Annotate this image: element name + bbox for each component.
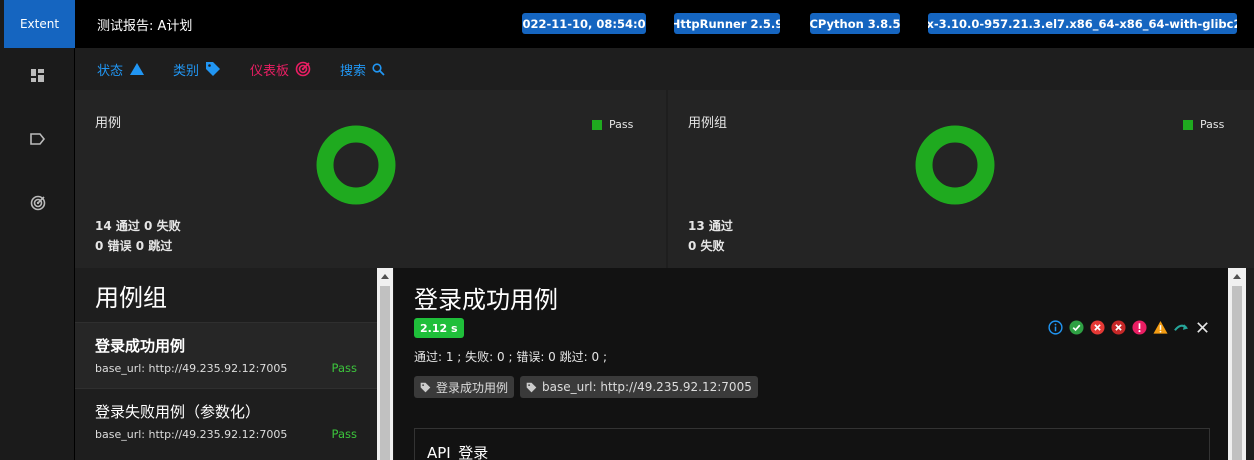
nav-dashboard-label: 仪表板 [250,63,290,79]
legend-label: Pass [609,118,634,131]
python-badge: CPython 3.8.5 [810,13,900,34]
stat-line-1: 13 通过 [688,219,733,233]
pass-donut-chart [915,125,995,205]
list-item-url: base_url: http://49.235.92.12:7005 [95,428,288,441]
stat-line-2: 0 失败 [688,239,725,253]
detail-title: 登录成功用例 [414,286,558,314]
scroll-up-arrow-icon[interactable] [377,268,393,284]
side-rail: Extent [0,0,75,460]
nav-bar: 状态 类别 仪表板 搜索 [75,48,1254,90]
nav-status-label: 状态 [97,63,124,79]
platform-badge: Linux-3.10.0-957.21.3.el7.x86_64-x86_64-… [928,13,1237,34]
radar-icon[interactable] [0,188,75,218]
status-badge: Pass [331,361,357,375]
tag-icon[interactable] [0,124,75,154]
detail-scrollbar[interactable] [1228,268,1246,460]
legend-swatch-pass [592,119,602,130]
fail-icon[interactable] [1090,320,1105,335]
brand-logo[interactable]: Extent [4,0,75,48]
duration-badge: 2.12 s [414,318,464,338]
tag-label: base_url: http://49.235.92.12:7005 [542,380,752,394]
detail-panel: 登录成功用例 2.12 s 通过: 1 ; 失败: 0 ; 错误: 0 跳过: … [394,268,1228,460]
list-item-url: base_url: http://49.235.92.12:7005 [95,362,288,375]
list-heading: 用例组 [95,284,167,312]
list-item-name: 登录成功用例 [95,337,186,355]
error-icon[interactable] [1132,320,1147,335]
nav-category-label: 类别 [173,63,200,79]
pass-donut-chart [316,125,396,205]
list-item[interactable]: 登录失败用例（参数化） base_url: http://49.235.92.1… [75,388,377,454]
top-bar: 测试报告: A计划 2022-11-10, 08:54:00 HttpRunne… [75,0,1254,48]
legend-label: Pass [1200,118,1225,131]
legend-swatch-pass [1183,119,1193,130]
tag-label: 登录成功用例 [436,380,509,395]
step-card[interactable]: API_登录 [414,428,1210,460]
timestamp-badge: 2022-11-10, 08:54:00 [522,13,646,34]
pass-icon[interactable] [1069,320,1084,335]
result-summary: 通过: 1 ; 失败: 0 ; 错误: 0 跳过: 0 ; [414,350,607,364]
close-icon[interactable] [1195,320,1210,335]
donut-slice-pass[interactable] [316,125,396,205]
nav-status[interactable]: 状态 [97,60,145,79]
info-icon[interactable] [1048,320,1063,335]
donut-slice-pass[interactable] [915,125,995,205]
radar-icon [295,61,311,77]
report-title: 测试报告: A计划 [97,19,193,34]
framework-badge: HttpRunner 2.5.9 [674,13,780,34]
skip-icon[interactable] [1174,320,1189,335]
chart-legend[interactable]: Pass [592,118,633,131]
list-scrollbar[interactable] [377,268,393,460]
nav-dashboard[interactable]: 仪表板 [250,60,311,79]
stat-line-1: 14 通过 0 失败 [95,219,181,233]
url-tag[interactable]: base_url: http://49.235.92.12:7005 [520,376,758,398]
list-item-name: 登录失败用例（参数化） [95,403,261,421]
nav-search-label: 搜索 [340,63,367,79]
category-tag[interactable]: 登录成功用例 [414,376,515,398]
nav-category[interactable]: 类别 [173,60,221,79]
fatal-icon[interactable] [1111,320,1126,335]
suite-stats-card: 用例组 Pass 13 通过 0 失败 [668,90,1254,268]
status-filter-icons [1048,320,1210,335]
step-name: API_登录 [427,444,489,460]
suite-list-panel: 用例组 登录成功用例 base_url: http://49.235.92.12… [75,268,377,460]
test-stats-card: 用例 Pass 14 通过 0 失败 0 错误 0 跳过 [75,90,666,268]
dashboard-grid-icon[interactable] [0,60,75,90]
tag-icon [526,382,537,392]
tag-filled-icon [206,62,221,76]
chart-legend[interactable]: Pass [1183,118,1224,131]
scrollbar-thumb[interactable] [380,286,390,460]
report-app: Extent 测试报告: A计划 2022-11-10, 08:54:00 Ht… [0,0,1254,460]
scroll-up-arrow-icon[interactable] [1228,268,1246,284]
warning-icon[interactable] [1153,320,1168,335]
scrollbar-thumb[interactable] [1232,286,1242,460]
nav-search[interactable]: 搜索 [340,60,385,79]
card-title: 用例组 [688,116,728,131]
card-title: 用例 [95,116,122,131]
stat-line-2: 0 错误 0 跳过 [95,239,173,253]
warning-triangle-icon [130,63,145,75]
search-icon [372,62,385,76]
status-badge: Pass [331,427,357,441]
list-item[interactable]: 登录成功用例 base_url: http://49.235.92.12:700… [75,322,377,388]
tag-icon [420,382,431,392]
